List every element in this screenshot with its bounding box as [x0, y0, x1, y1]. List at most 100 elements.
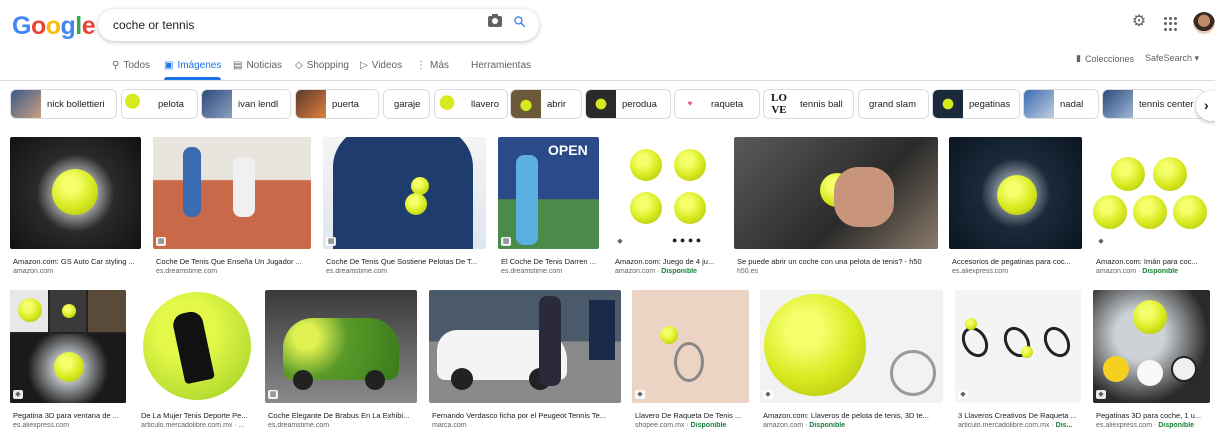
search-box[interactable]: [98, 9, 539, 41]
image-result[interactable]: Accesorios de pegatinas para coc... es.a…: [949, 137, 1083, 277]
safesearch-button[interactable]: SafeSearch ▾: [1145, 53, 1199, 64]
search-icon: ⚲: [112, 59, 120, 71]
result-source: es.aliexpress.com: [13, 422, 70, 429]
result-thumbnail[interactable]: ◆: [10, 290, 126, 403]
tag-icon: ◆: [1096, 390, 1106, 399]
result-thumbnail[interactable]: [429, 290, 621, 403]
play-icon: ▷: [360, 59, 368, 71]
result-source: es.dreamstime.com: [326, 268, 388, 275]
tag-icon: ◆: [958, 390, 968, 399]
chip-puerta[interactable]: puerta: [295, 89, 379, 119]
image-result[interactable]: ▦ Coche De Tenis Que Enseña Un Jugador .…: [153, 137, 313, 277]
chip-thumbnail: [933, 90, 963, 118]
tag-icon: ◆: [13, 390, 23, 399]
news-icon: ▤: [233, 59, 243, 71]
chip-perodua[interactable]: perodua: [585, 89, 671, 119]
image-result[interactable]: ▦ Coche Elegante De Brabus En La Exhibi.…: [265, 290, 419, 431]
chip-thumbnail: [11, 90, 41, 118]
tab-mas[interactable]: ⋮ Más: [416, 58, 449, 72]
apps-grid-icon[interactable]: [1164, 17, 1178, 31]
tab-noticias[interactable]: ▤ Noticias: [233, 58, 282, 72]
collections-link[interactable]: ▮ Colecciones: [1076, 53, 1134, 64]
image-result[interactable]: ▦ Coche De Tenis Que Sostiene Pelotas De…: [323, 137, 488, 277]
tab-todos[interactable]: ⚲ Todos: [112, 58, 150, 72]
image-icon: ▣: [164, 59, 174, 71]
result-source: amazon.com · Disponible: [615, 268, 698, 275]
result-thumbnail[interactable]: [949, 137, 1082, 249]
result-thumbnail[interactable]: ◆: [632, 290, 749, 403]
result-thumbnail[interactable]: ◆: [760, 290, 943, 403]
chip-thumbnail: LO VE: [764, 90, 794, 118]
logo-letter: o: [45, 12, 61, 40]
result-source: amazon.com: [13, 268, 54, 275]
camera-icon[interactable]: [488, 14, 502, 27]
stock-icon: ▦: [326, 237, 336, 246]
divider: [0, 80, 1215, 81]
search-input[interactable]: [113, 15, 473, 35]
image-result[interactable]: ◆ Amazon.com: Imán para coc... amazon.co…: [1093, 137, 1211, 277]
chip-nick-bollettieri[interactable]: nick bollettieri: [10, 89, 117, 119]
result-thumbnail[interactable]: ◆: [955, 290, 1081, 403]
tag-icon: ◆: [615, 237, 625, 246]
google-logo[interactable]: Google: [12, 12, 96, 41]
result-thumbnail[interactable]: ◆: [1093, 137, 1210, 249]
image-result[interactable]: ◆ 3 Llaveros Creativos De Raqueta ... ar…: [955, 290, 1083, 431]
result-thumbnail[interactable]: [138, 290, 255, 403]
result-thumbnail[interactable]: ▦: [265, 290, 417, 403]
result-thumbnail[interactable]: ● ● ● ● ◆: [612, 137, 723, 249]
chip-thumbnail: [122, 90, 152, 118]
avatar[interactable]: [1193, 12, 1215, 34]
result-source: h50.es: [737, 268, 759, 275]
image-result[interactable]: ◆ Llavero De Raqueta De Tenis ... shopee…: [632, 290, 750, 431]
chip-ivan-lendl[interactable]: ivan lendl: [201, 89, 291, 119]
image-result[interactable]: De La Mujer Tenis Deporte Pe... articulo…: [138, 290, 256, 431]
logo-letter: e: [81, 12, 96, 40]
result-thumbnail[interactable]: [734, 137, 938, 249]
chip-tennis-center[interactable]: tennis center: [1102, 89, 1205, 119]
chip-nadal[interactable]: nadal: [1023, 89, 1099, 119]
tag-icon: ◆: [635, 390, 645, 399]
result-thumbnail[interactable]: ▦: [153, 137, 311, 249]
chip-thumbnail: [1024, 90, 1054, 118]
chip-llavero[interactable]: llavero: [434, 89, 508, 119]
image-result[interactable]: OPEN ▦ El Coche De Tenis Darren ... es.d…: [498, 137, 600, 277]
chip-thumbnail: [586, 90, 616, 118]
image-result[interactable]: ◆ Pegatinas 3D para coche, 1 u... es.ali…: [1093, 290, 1211, 431]
search-icon[interactable]: [513, 15, 526, 28]
chip-abrir[interactable]: abrir: [510, 89, 582, 119]
stock-icon: ▦: [156, 237, 166, 246]
gear-icon[interactable]: ⚙: [1131, 14, 1147, 30]
image-result[interactable]: Se puede abrir un coche con una pelota d…: [734, 137, 939, 277]
chip-thumbnail: [511, 90, 541, 118]
logo-letter: g: [60, 12, 76, 40]
tools-button[interactable]: Herramientas: [471, 58, 531, 72]
image-result[interactable]: ◆ Amazon.com: Llaveros de pelota de teni…: [760, 290, 945, 431]
tag-icon: ◆: [763, 390, 773, 399]
chip-pelota[interactable]: pelota: [121, 89, 198, 119]
result-source: es.dreamstime.com: [156, 268, 218, 275]
image-result[interactable]: ◆ Pegatina 3D para ventana de ... es.ali…: [10, 290, 128, 431]
image-result[interactable]: Fernando Verdasco ficha por el Peugeot T…: [429, 290, 622, 431]
tab-videos[interactable]: ▷ Videos: [360, 58, 402, 72]
result-source: articulo.mercadolibre.com.mx · Dis...: [958, 422, 1073, 429]
chip-thumbnail: [296, 90, 326, 118]
chip-raqueta[interactable]: ♥ raqueta: [674, 89, 760, 119]
result-thumbnail[interactable]: [10, 137, 141, 249]
result-thumbnail[interactable]: ◆: [1093, 290, 1210, 403]
chip-pegatinas[interactable]: pegatinas: [932, 89, 1020, 119]
result-source: amazon.com · Disponible: [1096, 268, 1179, 275]
tab-imagenes[interactable]: ▣ Imágenes: [164, 58, 221, 72]
chip-tennis-ball[interactable]: LO VE tennis ball: [763, 89, 854, 119]
tab-shopping[interactable]: ◇ Shopping: [295, 58, 349, 72]
tag-icon: ◆: [1096, 237, 1106, 246]
logo-letter: o: [30, 12, 46, 40]
more-vert-icon: ⋮: [416, 59, 426, 71]
chip-grand-slam[interactable]: grand slam: [858, 89, 929, 119]
chip-garaje[interactable]: garaje: [383, 89, 430, 119]
chip-thumbnail: [202, 90, 232, 118]
image-result[interactable]: ● ● ● ● ◆ Amazon.com: Juego de 4 ju... a…: [612, 137, 724, 277]
result-thumbnail[interactable]: OPEN ▦: [498, 137, 599, 249]
image-result[interactable]: Amazon.com: GS Auto Car styling ... amaz…: [10, 137, 142, 277]
stock-icon: ▦: [501, 237, 511, 246]
result-thumbnail[interactable]: ▦: [323, 137, 486, 249]
